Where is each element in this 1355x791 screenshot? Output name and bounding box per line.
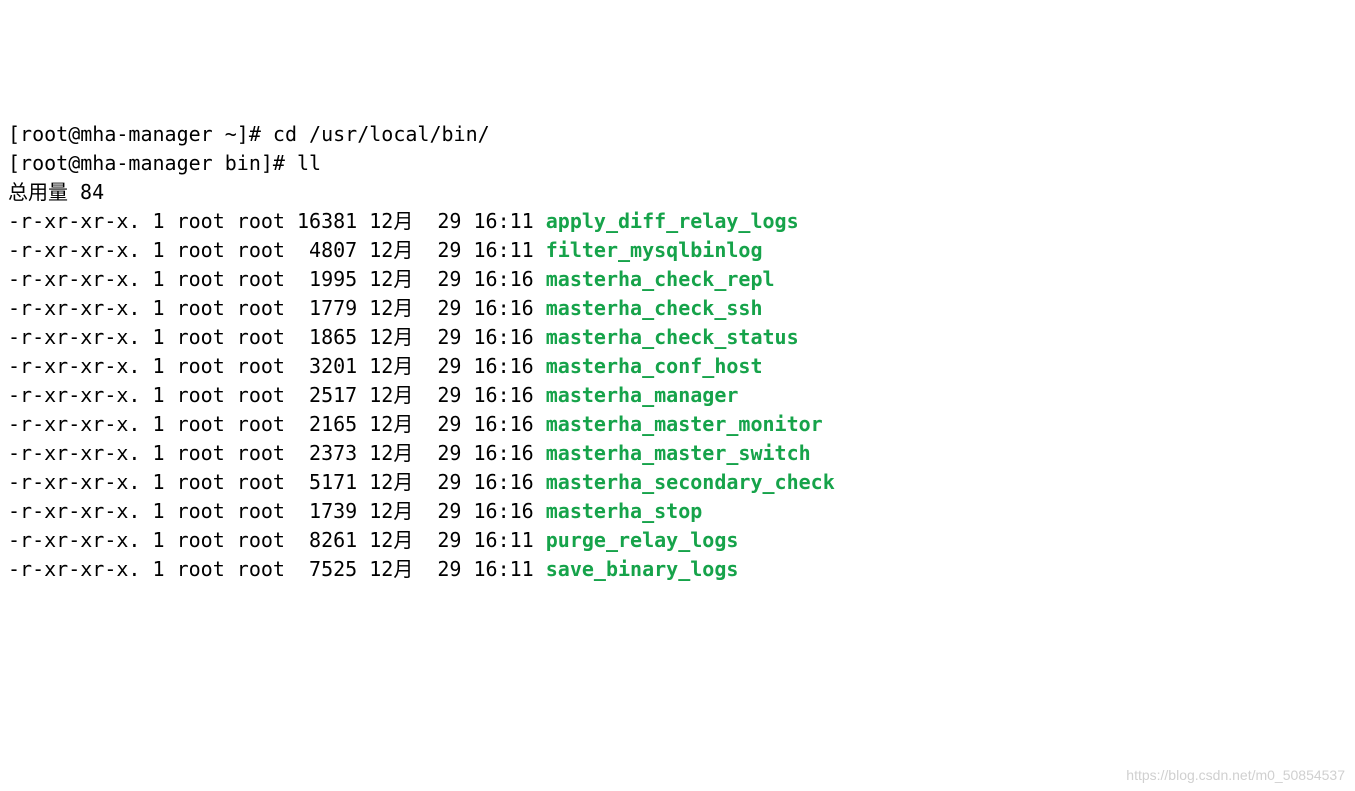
listing-row: -r-xr-xr-x. 1 root root 1739 12月 29 16:1… xyxy=(8,497,1347,526)
terminal-output: [root@mha-manager ~]# cd /usr/local/bin/… xyxy=(8,120,1347,584)
listing-row: -r-xr-xr-x. 1 root root 7525 12月 29 16:1… xyxy=(8,555,1347,584)
file-name: masterha_master_switch xyxy=(546,441,811,465)
command-cd: cd /usr/local/bin/ xyxy=(273,122,490,146)
listing-row: -r-xr-xr-x. 1 root root 8261 12月 29 16:1… xyxy=(8,526,1347,555)
listing-row: -r-xr-xr-x. 1 root root 3201 12月 29 16:1… xyxy=(8,352,1347,381)
file-name: masterha_check_status xyxy=(546,325,799,349)
file-name: masterha_manager xyxy=(546,383,739,407)
listing-row: -r-xr-xr-x. 1 root root 4807 12月 29 16:1… xyxy=(8,236,1347,265)
listing-row: -r-xr-xr-x. 1 root root 2165 12月 29 16:1… xyxy=(8,410,1347,439)
file-name: purge_relay_logs xyxy=(546,528,739,552)
file-name: apply_diff_relay_logs xyxy=(546,209,799,233)
command-ll: ll xyxy=(297,151,321,175)
file-name: masterha_master_monitor xyxy=(546,412,823,436)
listing-row: -r-xr-xr-x. 1 root root 1865 12月 29 16:1… xyxy=(8,323,1347,352)
file-name: masterha_secondary_check xyxy=(546,470,835,494)
file-name: masterha_check_repl xyxy=(546,267,775,291)
shell-prompt: [root@mha-manager ~]# xyxy=(8,122,273,146)
listing-row: -r-xr-xr-x. 1 root root 1779 12月 29 16:1… xyxy=(8,294,1347,323)
listing-row: -r-xr-xr-x. 1 root root 2373 12月 29 16:1… xyxy=(8,439,1347,468)
listing-row: -r-xr-xr-x. 1 root root 1995 12月 29 16:1… xyxy=(8,265,1347,294)
file-name: filter_mysqlbinlog xyxy=(546,238,763,262)
file-name: masterha_stop xyxy=(546,499,703,523)
prompt-line-2[interactable]: [root@mha-manager bin]# ll xyxy=(8,149,1347,178)
shell-prompt: [root@mha-manager bin]# xyxy=(8,151,297,175)
prompt-line-1[interactable]: [root@mha-manager ~]# cd /usr/local/bin/ xyxy=(8,120,1347,149)
watermark-text: https://blog.csdn.net/m0_50854537 xyxy=(1126,765,1345,785)
file-name: masterha_check_ssh xyxy=(546,296,763,320)
total-line: 总用量 84 xyxy=(8,178,1347,207)
listing-row: -r-xr-xr-x. 1 root root 5171 12月 29 16:1… xyxy=(8,468,1347,497)
listing-row: -r-xr-xr-x. 1 root root 2517 12月 29 16:1… xyxy=(8,381,1347,410)
file-name: masterha_conf_host xyxy=(546,354,763,378)
file-name: save_binary_logs xyxy=(546,557,739,581)
listing-row: -r-xr-xr-x. 1 root root 16381 12月 29 16:… xyxy=(8,207,1347,236)
